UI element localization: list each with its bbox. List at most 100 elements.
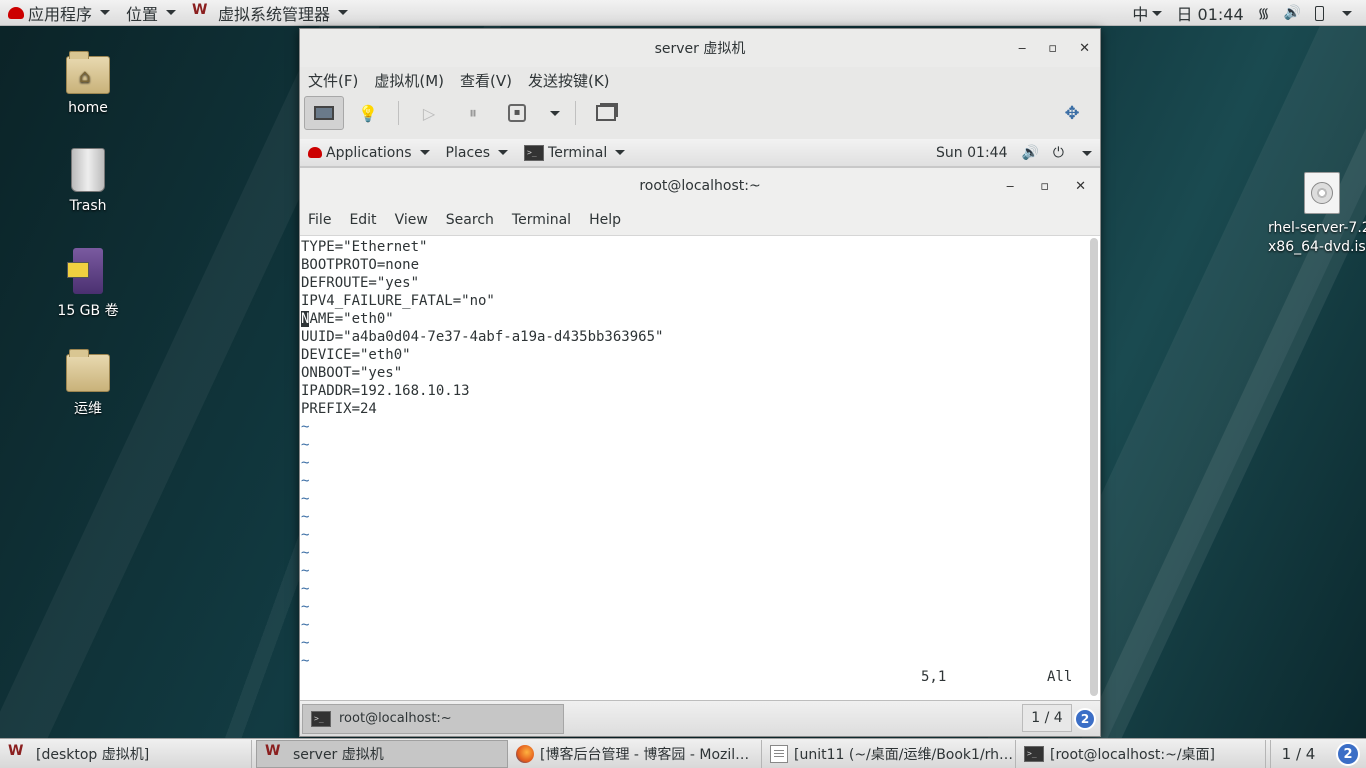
redhat-icon [308, 147, 322, 158]
empty-line-tilde: ~ [301, 563, 310, 579]
guest-top-bar: Applications Places >_ Terminal Sun 01:4… [300, 139, 1100, 167]
chevron-down-icon [550, 110, 560, 116]
desktop-icon-yunwei[interactable]: 运维 [43, 348, 133, 418]
minimize-icon[interactable]: ‒ [1006, 179, 1014, 194]
host-vm-manager-menu[interactable]: 虚拟系统管理器 [184, 0, 356, 26]
desktop-icon-trash[interactable]: Trash [43, 148, 133, 214]
run-button[interactable]: ▷ [409, 96, 449, 130]
host-notification-badge[interactable]: 2 [1336, 742, 1360, 766]
guest-terminal-menu[interactable]: >_ Terminal [516, 139, 633, 167]
empty-line-tilde: ~ [301, 545, 310, 561]
redhat-icon [8, 6, 24, 19]
terminal-scrollbar[interactable] [1090, 238, 1098, 696]
maximize-icon[interactable]: ▫ [1040, 179, 1049, 194]
terminal-menu-file[interactable]: File [308, 212, 331, 228]
desktop-icon-label: home [68, 100, 108, 116]
shutdown-button[interactable]: ▪ [497, 96, 537, 130]
terminal-window: root@localhost:~ ‒ ▫ ✕ File Edit View Se… [300, 167, 1100, 700]
console-button[interactable] [304, 96, 344, 130]
empty-line-tilde: ~ [301, 473, 310, 489]
menu-vm[interactable]: 虚拟机(M) [374, 70, 444, 91]
guest-workspace-indicator[interactable]: 1 / 4 [1022, 704, 1072, 732]
vm-titlebar[interactable]: server 虚拟机 ‒ ▫ ✕ [300, 29, 1100, 67]
host-task-firefox[interactable]: [博客后台管理 - 博客园 - Mozil… [508, 739, 762, 768]
pause-button[interactable]: ⏸ [453, 96, 493, 130]
terminal-menu-edit[interactable]: Edit [349, 212, 376, 228]
close-icon[interactable]: ✕ [1079, 41, 1090, 56]
desktop-icon-home[interactable]: ⌂ home [43, 50, 133, 116]
minimize-icon[interactable]: ‒ [1018, 41, 1026, 56]
host-task-terminal[interactable]: >_ [root@localhost:~/桌面] [1016, 739, 1266, 768]
host-task-editor[interactable]: [unit11 (~/桌面/运维/Book1/rh… [762, 739, 1016, 768]
host-task-label: [desktop 虚拟机] [36, 746, 150, 763]
toolbar-separator [398, 101, 399, 125]
host-task-label: server 虚拟机 [293, 746, 384, 763]
guest-places-menu[interactable]: Places [438, 139, 517, 167]
shutdown-dropdown-button[interactable] [541, 96, 565, 130]
host-task-desktop-vm[interactable]: [desktop 虚拟机] [0, 739, 252, 768]
chevron-down-icon [1152, 10, 1163, 16]
power-icon[interactable]: ⏻ [1053, 145, 1064, 161]
host-applications-menu[interactable]: 应用程序 [0, 0, 118, 26]
system-menu-chevron-icon[interactable] [1082, 150, 1092, 156]
details-button[interactable]: 💡 [348, 96, 388, 130]
battery-icon[interactable] [1315, 5, 1324, 21]
system-menu-chevron-icon[interactable] [1342, 10, 1352, 16]
guest-notification-badge[interactable]: 2 [1074, 708, 1096, 730]
desktop-icon-volume[interactable]: 15 GB 卷 [43, 248, 133, 320]
terminal-menu-view[interactable]: View [395, 212, 428, 228]
guest-display[interactable]: Applications Places >_ Terminal Sun 01:4… [300, 139, 1100, 736]
text-editor-icon [770, 744, 788, 763]
terminal-menu-help[interactable]: Help [589, 212, 621, 228]
guest-clock[interactable]: Sun 01:44 [936, 145, 1007, 161]
guest-bottom-panel: >_ root@localhost:~ 1 / 4 2 [300, 700, 1100, 736]
empty-line-tilde: ~ [301, 491, 310, 507]
guest-applications-menu[interactable]: Applications [300, 139, 438, 167]
input-method-indicator[interactable]: 中 [1132, 1, 1163, 25]
pause-icon: ⏸ [468, 103, 477, 122]
empty-line-tilde: ~ [301, 635, 310, 651]
empty-line-tilde: ~ [301, 617, 310, 633]
vim-status-line: 5,1 All [300, 668, 1088, 686]
snapshot-icon [596, 105, 616, 121]
menu-send-key[interactable]: 发送按键(K) [528, 70, 610, 91]
host-workspace-indicator[interactable]: 1 / 4 [1270, 740, 1326, 768]
vm-menubar: 文件(F) 虚拟机(M) 查看(V) 发送按键(K) [300, 67, 1100, 93]
terminal-line: IPV4_FAILURE_FATAL="no" [301, 293, 495, 309]
maximize-icon[interactable]: ▫ [1048, 41, 1057, 56]
host-places-menu[interactable]: 位置 [118, 0, 184, 26]
host-task-server-vm[interactable]: server 虚拟机 [256, 739, 508, 768]
volume-icon[interactable]: 🔊 [1021, 145, 1038, 161]
snapshot-button[interactable] [586, 96, 626, 130]
terminal-text-area[interactable]: TYPE="Ethernet" BOOTPROTO=none DEFROUTE=… [300, 236, 1088, 701]
host-clock[interactable]: 日 01:44 [1176, 1, 1243, 25]
host-task-label: [root@localhost:~/桌面] [1050, 746, 1215, 763]
terminal-line: UUID="a4ba0d04-7e37-4abf-a19a-d435bb3639… [301, 329, 664, 345]
monitor-icon [314, 106, 334, 120]
toolbar-separator [575, 101, 576, 125]
desktop-icon-label-line2: x86_64-dvd.is [1268, 239, 1366, 255]
host-task-label: [博客后台管理 - 博客园 - Mozil… [540, 746, 750, 763]
fullscreen-button[interactable]: ✥ [1052, 96, 1092, 130]
volume-icon[interactable]: 🔊 [1284, 5, 1301, 21]
close-icon[interactable]: ✕ [1075, 179, 1086, 194]
virt-manager-icon [8, 743, 30, 761]
terminal-line: ONBOOT="yes" [301, 365, 403, 381]
terminal-menu-search[interactable]: Search [446, 212, 494, 228]
terminal-line: PREFIX=24 [301, 401, 377, 417]
menu-file[interactable]: 文件(F) [308, 70, 358, 91]
wifi-icon[interactable]: ᯾ [1258, 4, 1270, 23]
menu-view[interactable]: 查看(V) [460, 70, 512, 91]
terminal-line-cursor: NAME="eth0" [301, 310, 1088, 328]
disc-image-icon [1304, 172, 1340, 214]
terminal-titlebar[interactable]: root@localhost:~ ‒ ▫ ✕ [300, 168, 1100, 204]
host-vm-manager-label: 虚拟系统管理器 [218, 4, 331, 24]
desktop-icon-iso[interactable]: rhel-server-7.2 x86_64-dvd.is [1268, 172, 1366, 255]
guest-task-terminal[interactable]: >_ root@localhost:~ [302, 703, 564, 734]
terminal-icon: >_ [524, 144, 545, 161]
terminal-menu-terminal[interactable]: Terminal [512, 212, 571, 228]
terminal-menubar: File Edit View Search Terminal Help [300, 204, 1100, 236]
chevron-down-icon [166, 10, 177, 15]
vm-window-title: server 虚拟机 [654, 41, 746, 57]
terminal-icon: >_ [311, 710, 331, 727]
